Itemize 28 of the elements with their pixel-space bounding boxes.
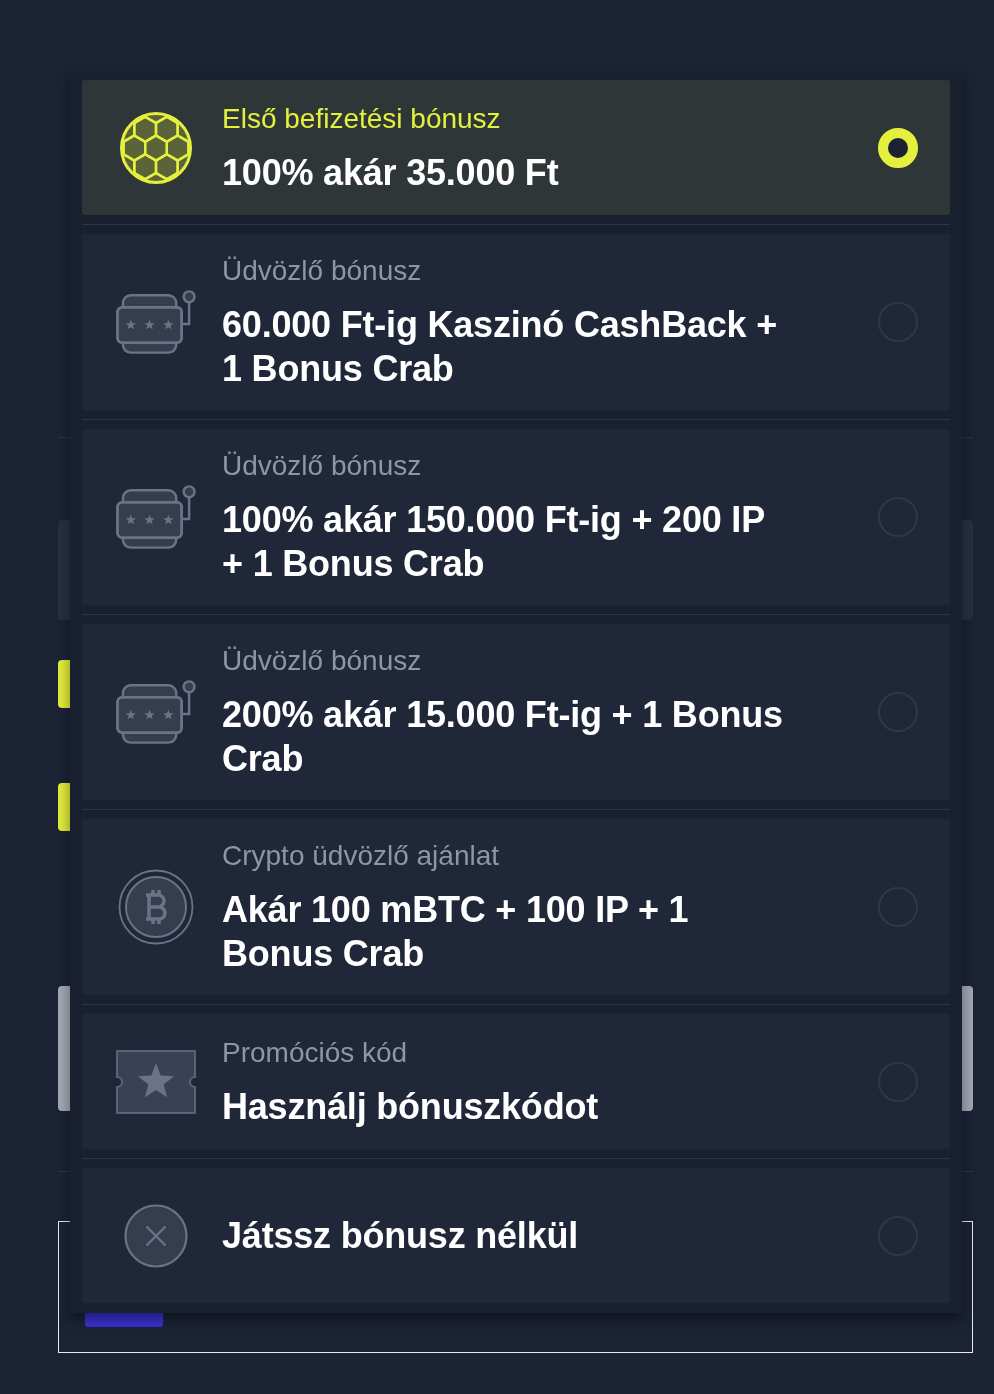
slot-machine-icon xyxy=(116,484,196,550)
option-title: Játssz bónusz nélkül xyxy=(222,1213,579,1258)
option-category: Promóciós kód xyxy=(222,1035,408,1070)
option-category: Első befizetési bónusz xyxy=(222,101,501,136)
bonus-option[interactable]: Első befizetési bónusz 100% akár 35.000 Ft xyxy=(82,80,950,215)
bonus-option[interactable]: Játssz bónusz nélkül xyxy=(82,1168,950,1303)
option-title: 100% akár 150.000 Ft-ig + 200 IP + 1 Bonus Crab xyxy=(222,498,766,586)
option-title: Használj bónuszkódot xyxy=(222,1084,599,1129)
option-category: Crypto üdvözlő ajánlat xyxy=(222,839,500,873)
bonus-option[interactable]: Üdvözlő bónusz 200% akár 15.000 Ft-ig + 1 Bonus Crab xyxy=(82,624,950,800)
bitcoin-coin-icon xyxy=(118,869,194,945)
accent-button[interactable] xyxy=(58,783,70,831)
option-title: Akár 100 mBTC + 100 IP + 1 Bonus Crab xyxy=(222,888,690,976)
option-title: 100% akár 35.000 Ft xyxy=(222,150,559,195)
option-title: 60.000 Ft-ig Kaszinó CashBack + 1 Bonus Crab xyxy=(222,303,779,391)
slot-machine-icon xyxy=(116,679,196,745)
bonus-option[interactable]: Crypto üdvözlő ajánlat Akár 100 mBTC + 100 IP + 1 Bonus Crab xyxy=(82,819,950,995)
option-category: Üdvözlő bónusz xyxy=(222,644,422,678)
accent-button[interactable] xyxy=(58,660,70,708)
soccer-ball-icon xyxy=(119,110,193,185)
bonus-option[interactable]: Üdvözlő bónusz 100% akár 150.000 Ft-ig + 200 IP + 1 Bonus Crab xyxy=(82,429,950,605)
close-circle-icon xyxy=(124,1203,188,1268)
slot-machine-icon xyxy=(116,289,196,355)
bonus-option[interactable]: Promóciós kód Használj bónuszkódot xyxy=(82,1014,950,1149)
option-category: Üdvözlő bónusz xyxy=(222,449,422,483)
option-title: 200% akár 15.000 Ft-ig + 1 Bonus Crab xyxy=(222,693,784,781)
bonus-option[interactable]: Üdvözlő bónusz 60.000 Ft-ig Kaszinó CashBack + 1 Bonus Crab xyxy=(82,234,950,410)
option-category: Üdvözlő bónusz xyxy=(222,254,422,288)
